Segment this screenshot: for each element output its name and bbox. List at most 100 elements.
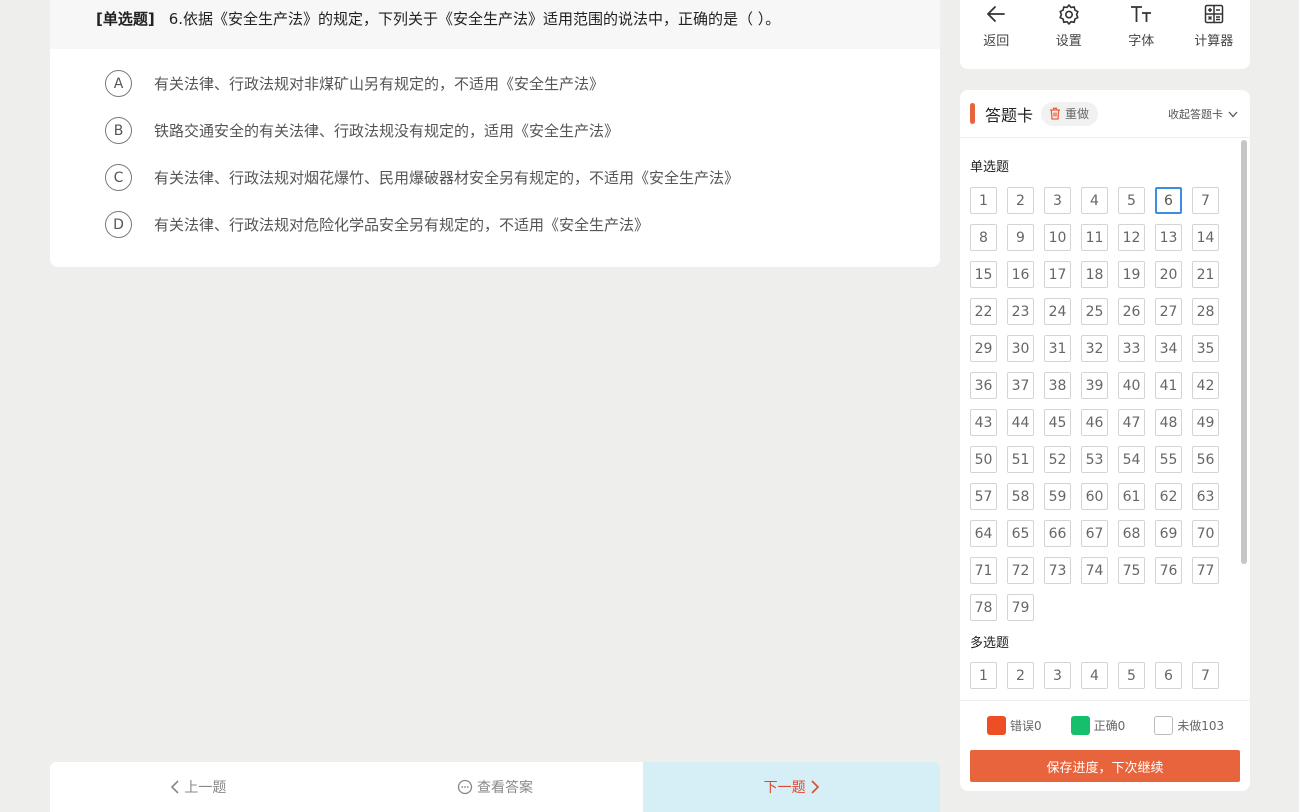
single-question-number[interactable]: 18 (1081, 261, 1108, 288)
answer-card-scrollbar[interactable] (1241, 140, 1247, 564)
single-question-number[interactable]: 5 (1118, 187, 1145, 214)
multi-question-number[interactable]: 7 (1192, 662, 1219, 689)
single-question-number[interactable]: 72 (1007, 557, 1034, 584)
single-question-number[interactable]: 15 (970, 261, 997, 288)
option-c[interactable]: C 有关法律、行政法规对烟花爆竹、民用爆破器材安全另有规定的，不适用《安全生产法… (50, 154, 940, 201)
single-question-number[interactable]: 70 (1192, 520, 1219, 547)
single-question-number[interactable]: 26 (1118, 298, 1145, 325)
multi-question-number[interactable]: 3 (1044, 662, 1071, 689)
single-question-number[interactable]: 78 (970, 594, 997, 621)
single-question-number[interactable]: 40 (1118, 372, 1145, 399)
single-question-number[interactable]: 61 (1118, 483, 1145, 510)
single-question-number[interactable]: 68 (1118, 520, 1145, 547)
view-answer-button[interactable]: 查看答案 (347, 762, 644, 812)
option-d[interactable]: D 有关法律、行政法规对危险化学品安全另有规定的，不适用《安全生产法》 (50, 201, 940, 248)
single-question-number[interactable]: 19 (1118, 261, 1145, 288)
save-progress-button[interactable]: 保存进度，下次继续 (970, 750, 1240, 782)
single-question-number[interactable]: 63 (1192, 483, 1219, 510)
single-question-number[interactable]: 69 (1155, 520, 1182, 547)
single-question-number[interactable]: 6 (1155, 187, 1182, 214)
multi-question-number[interactable]: 4 (1081, 662, 1108, 689)
single-question-number[interactable]: 54 (1118, 446, 1145, 473)
single-question-number[interactable]: 56 (1192, 446, 1219, 473)
single-question-number[interactable]: 74 (1081, 557, 1108, 584)
font-size-button[interactable]: 字体 (1105, 0, 1178, 69)
single-question-number[interactable]: 12 (1118, 224, 1145, 251)
single-question-number[interactable]: 23 (1007, 298, 1034, 325)
single-question-number[interactable]: 48 (1155, 409, 1182, 436)
single-question-number[interactable]: 49 (1192, 409, 1219, 436)
single-question-number[interactable]: 13 (1155, 224, 1182, 251)
next-question-button[interactable]: 下一题 (643, 762, 940, 812)
single-question-number[interactable]: 3 (1044, 187, 1071, 214)
option-b[interactable]: B 铁路交通安全的有关法律、行政法规没有规定的，适用《安全生产法》 (50, 107, 940, 154)
single-question-number[interactable]: 31 (1044, 335, 1071, 362)
single-question-number[interactable]: 42 (1192, 372, 1219, 399)
option-a[interactable]: A 有关法律、行政法规对非煤矿山另有规定的，不适用《安全生产法》 (50, 60, 940, 107)
single-question-number[interactable]: 29 (970, 335, 997, 362)
single-question-number[interactable]: 32 (1081, 335, 1108, 362)
single-question-number[interactable]: 64 (970, 520, 997, 547)
single-question-number[interactable]: 9 (1007, 224, 1034, 251)
single-question-number[interactable]: 44 (1007, 409, 1034, 436)
single-question-number[interactable]: 75 (1118, 557, 1145, 584)
multi-question-number[interactable]: 1 (970, 662, 997, 689)
single-question-number[interactable]: 30 (1007, 335, 1034, 362)
prev-question-button[interactable]: 上一题 (50, 762, 347, 812)
single-question-number[interactable]: 25 (1081, 298, 1108, 325)
single-question-number[interactable]: 47 (1118, 409, 1145, 436)
single-question-number[interactable]: 66 (1044, 520, 1071, 547)
single-question-number[interactable]: 28 (1192, 298, 1219, 325)
single-question-number[interactable]: 8 (970, 224, 997, 251)
single-question-number[interactable]: 33 (1118, 335, 1145, 362)
collapse-answer-card-button[interactable]: 收起答题卡 (1168, 106, 1238, 122)
single-question-number[interactable]: 20 (1155, 261, 1182, 288)
multi-question-number[interactable]: 6 (1155, 662, 1182, 689)
settings-button[interactable]: 设置 (1033, 0, 1106, 69)
single-question-number[interactable]: 1 (970, 187, 997, 214)
single-question-number[interactable]: 65 (1007, 520, 1034, 547)
single-question-number[interactable]: 50 (970, 446, 997, 473)
single-question-number[interactable]: 4 (1081, 187, 1108, 214)
single-question-number[interactable]: 73 (1044, 557, 1071, 584)
single-question-number[interactable]: 51 (1007, 446, 1034, 473)
single-question-number[interactable]: 59 (1044, 483, 1071, 510)
single-question-number[interactable]: 14 (1192, 224, 1219, 251)
single-question-number[interactable]: 45 (1044, 409, 1071, 436)
single-question-number[interactable]: 2 (1007, 187, 1034, 214)
single-question-number[interactable]: 36 (970, 372, 997, 399)
calculator-button[interactable]: 计算器 (1178, 0, 1251, 69)
multi-question-number[interactable]: 2 (1007, 662, 1034, 689)
single-question-number[interactable]: 16 (1007, 261, 1034, 288)
single-question-number[interactable]: 41 (1155, 372, 1182, 399)
single-question-number[interactable]: 71 (970, 557, 997, 584)
single-question-number[interactable]: 52 (1044, 446, 1071, 473)
multi-question-number[interactable]: 5 (1118, 662, 1145, 689)
single-question-number[interactable]: 22 (970, 298, 997, 325)
redo-button[interactable]: 重做 (1041, 101, 1099, 126)
single-question-number[interactable]: 58 (1007, 483, 1034, 510)
single-question-number[interactable]: 79 (1007, 594, 1034, 621)
single-question-number[interactable]: 62 (1155, 483, 1182, 510)
single-question-number[interactable]: 10 (1044, 224, 1071, 251)
single-question-number[interactable]: 35 (1192, 335, 1219, 362)
single-question-number[interactable]: 60 (1081, 483, 1108, 510)
single-question-number[interactable]: 21 (1192, 261, 1219, 288)
single-question-number[interactable]: 17 (1044, 261, 1071, 288)
single-question-number[interactable]: 43 (970, 409, 997, 436)
single-question-number[interactable]: 77 (1192, 557, 1219, 584)
single-question-number[interactable]: 37 (1007, 372, 1034, 399)
single-question-number[interactable]: 34 (1155, 335, 1182, 362)
back-button[interactable]: 返回 (960, 0, 1033, 69)
single-question-number[interactable]: 38 (1044, 372, 1071, 399)
single-question-number[interactable]: 76 (1155, 557, 1182, 584)
single-question-number[interactable]: 46 (1081, 409, 1108, 436)
single-question-number[interactable]: 7 (1192, 187, 1219, 214)
single-question-number[interactable]: 53 (1081, 446, 1108, 473)
single-question-number[interactable]: 57 (970, 483, 997, 510)
single-question-number[interactable]: 55 (1155, 446, 1182, 473)
single-question-number[interactable]: 11 (1081, 224, 1108, 251)
single-question-number[interactable]: 24 (1044, 298, 1071, 325)
single-question-number[interactable]: 39 (1081, 372, 1108, 399)
single-question-number[interactable]: 27 (1155, 298, 1182, 325)
